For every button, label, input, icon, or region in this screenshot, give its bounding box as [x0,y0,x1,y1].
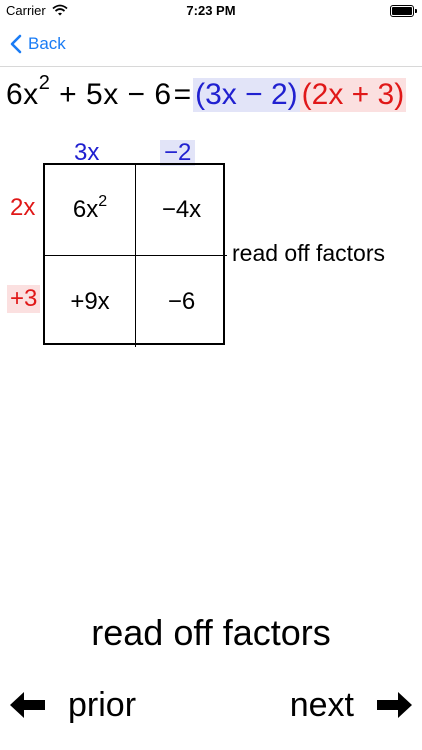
grid-cell: 6x 2 [45,165,136,256]
prior-button[interactable]: prior [10,680,136,730]
arrow-left-icon [10,692,45,718]
cell-term: +9x [70,287,110,315]
next-button[interactable]: next [290,680,412,730]
equation: 6x2 + 5x − 6 = (3x − 2) (2x + 3) [6,72,407,118]
row-header-1: 2x [10,194,36,221]
factor-grid: 6x 2 −4x +9x −6 [43,163,227,347]
grid-cell: −4x [136,165,227,256]
battery-icon [390,5,417,17]
clock: 7:23 PM [186,3,236,18]
grid-cell: −6 [136,256,227,347]
step-controls: prior next [0,680,422,730]
cell-term: −4x [161,196,202,223]
equation-lhs: 6x2 + 5x − 6 [6,72,172,112]
prior-label: prior [68,685,137,724]
cell-exponent: 2 [98,193,108,210]
cell-term: −6 [167,287,196,315]
status-bar: Carrier 7:23 PM [0,0,422,22]
grid-cell: +9x [45,256,136,347]
back-label: Back [28,34,66,53]
lhs-leading-term: 6x [6,78,39,111]
cell-term: 6x [72,196,99,223]
side-note: read off factors [232,240,385,266]
row-header-2: +3 [7,285,41,313]
arrow-right-icon [377,692,412,718]
navigation-bar: Back [0,22,422,67]
chevron-left-icon [10,34,22,54]
equals-sign: = [173,78,192,111]
lhs-exponent: 2 [38,72,51,94]
factor-one: (3x − 2) [193,78,300,112]
step-instruction: read off factors [91,612,331,653]
lhs-remaining-terms: + 5x − 6 [59,78,172,111]
factor-two: (2x + 3) [299,78,407,112]
back-button[interactable]: Back [10,30,66,58]
next-label: next [289,685,354,724]
